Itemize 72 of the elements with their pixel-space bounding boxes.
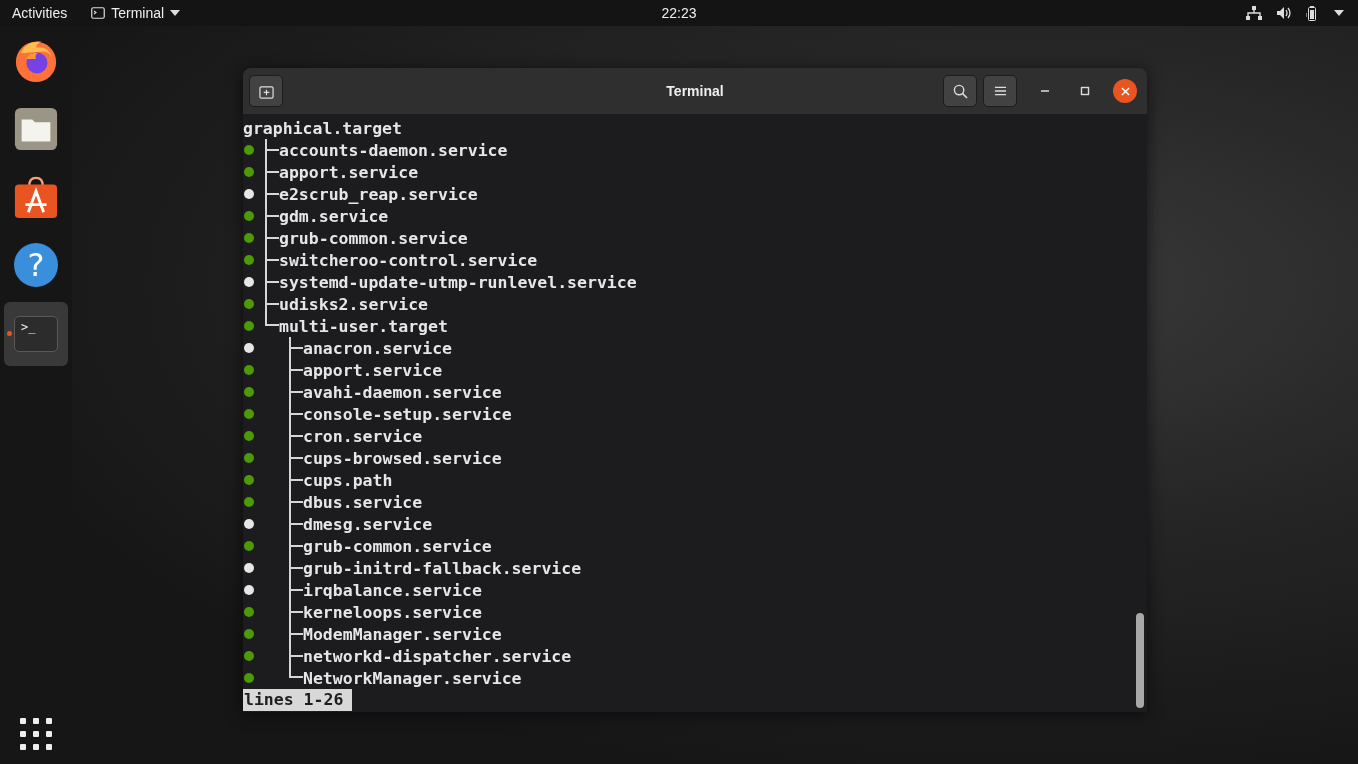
tree-connector xyxy=(289,535,303,557)
caret-icon xyxy=(170,10,181,16)
unit-name: cron.service xyxy=(303,426,423,446)
tree-connector xyxy=(265,271,279,293)
pager-status: lines 1-26 xyxy=(243,689,353,711)
unit-name: e2scrub_reap.service xyxy=(279,184,478,204)
tree-connector xyxy=(265,249,279,271)
scrollbar-thumb[interactable] xyxy=(1136,613,1144,708)
unit-name: grub-common.service xyxy=(279,228,468,248)
tree-connector xyxy=(265,205,279,227)
unit-name: kerneloops.service xyxy=(303,602,482,622)
maximize-icon xyxy=(1080,86,1090,96)
clock[interactable]: 22:23 xyxy=(661,5,697,21)
dock-item[interactable]: >_ xyxy=(4,302,68,366)
unit-name: multi-user.target xyxy=(279,316,448,336)
tree-connector xyxy=(289,601,303,623)
shopping-bag-icon[interactable] xyxy=(13,174,59,220)
tree-connector xyxy=(289,359,303,381)
add-tab-icon xyxy=(258,83,274,99)
app-menu[interactable]: Terminal xyxy=(91,5,181,21)
tree-connector xyxy=(289,381,303,403)
tree-connector xyxy=(289,425,303,447)
menu-icon xyxy=(993,85,1007,97)
unit-name: dmesg.service xyxy=(303,514,433,534)
unit-name: graphical.target xyxy=(243,118,402,138)
tree-connector xyxy=(289,337,303,359)
unit-name: udisks2.service xyxy=(279,294,428,314)
unit-name: grub-common.service xyxy=(303,536,492,556)
folder-icon[interactable] xyxy=(13,106,59,152)
unit-name: cups.path xyxy=(303,470,393,490)
tree-connector xyxy=(265,227,279,249)
unit-name: apport.service xyxy=(279,162,419,182)
unit-name: avahi-daemon.service xyxy=(303,382,502,402)
unit-name: grub-initrd-fallback.service xyxy=(303,558,582,578)
network-icon[interactable] xyxy=(1246,6,1262,20)
tree-connector xyxy=(265,183,279,205)
tree-connector xyxy=(289,491,303,513)
search-button[interactable] xyxy=(943,75,977,107)
caret-icon[interactable] xyxy=(1334,10,1344,16)
tree-connector xyxy=(289,623,303,645)
unit-name: gdm.service xyxy=(279,206,389,226)
unit-name: ModemManager.service xyxy=(303,624,502,644)
unit-name: anacron.service xyxy=(303,338,452,358)
unit-name: networkd-dispatcher.service xyxy=(303,646,572,666)
tree-connector xyxy=(265,139,279,161)
tree-connector xyxy=(289,513,303,535)
close-button[interactable] xyxy=(1113,79,1137,103)
unit-name: irqbalance.service xyxy=(303,580,482,600)
search-icon xyxy=(952,83,968,99)
terminal-icon[interactable]: >_ xyxy=(14,316,58,352)
tree-connector xyxy=(265,161,279,183)
unit-name: systemd-update-utmp-runlevel.service xyxy=(279,272,637,292)
activities-button[interactable]: Activities xyxy=(0,5,80,21)
new-tab-button[interactable] xyxy=(249,75,283,107)
close-icon xyxy=(1120,86,1130,96)
tree-connector xyxy=(289,403,303,425)
unit-name: cups-browsed.service xyxy=(303,448,502,468)
window-title: Terminal xyxy=(666,83,724,99)
unit-name: switcheroo-control.service xyxy=(279,250,538,270)
unit-name: accounts-daemon.service xyxy=(279,140,508,160)
menu-button[interactable] xyxy=(983,75,1017,107)
tree-connector xyxy=(289,557,303,579)
unit-name: apport.service xyxy=(303,360,443,380)
tree-connector xyxy=(289,447,303,469)
terminal-icon xyxy=(91,7,106,19)
unit-name: console-setup.service xyxy=(303,404,512,424)
unit-name: dbus.service xyxy=(303,492,423,512)
app-grid-icon[interactable] xyxy=(20,718,52,750)
tree-connector xyxy=(289,579,303,601)
unit-name: NetworkManager.service xyxy=(303,668,522,688)
tree-connector xyxy=(289,469,303,491)
volume-icon[interactable] xyxy=(1276,6,1292,20)
